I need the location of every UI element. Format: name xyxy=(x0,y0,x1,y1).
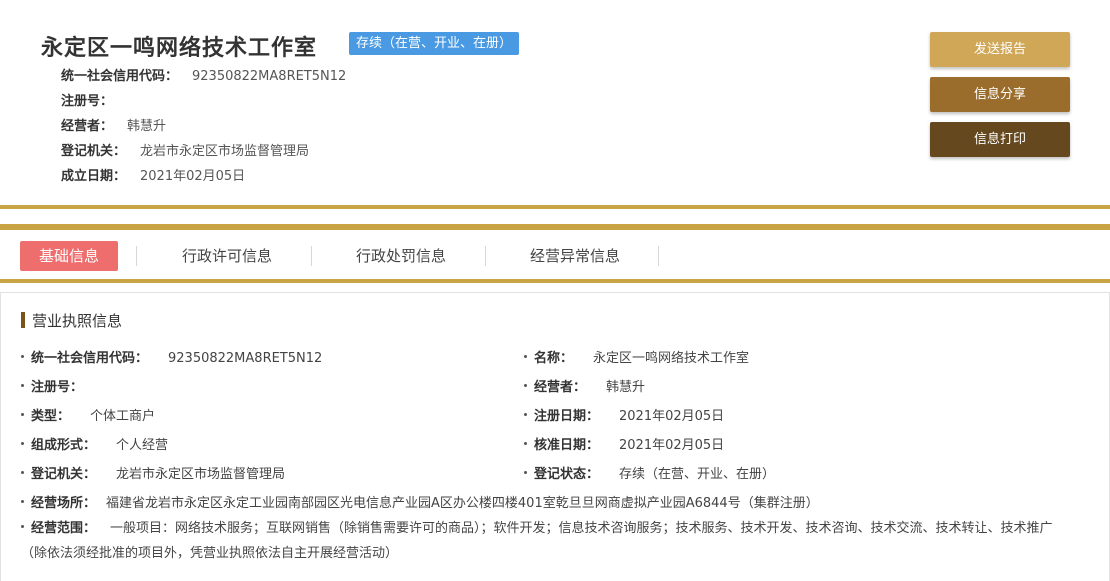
section-marker xyxy=(21,312,25,328)
field-reg-date: 注册日期： 2021年02月05日 xyxy=(524,405,724,424)
field-label: 经营者： xyxy=(534,380,587,395)
field-label: 统一社会信用代码： xyxy=(31,351,149,366)
meta-label: 统一社会信用代码： xyxy=(61,69,179,84)
meta-label: 成立日期： xyxy=(61,169,127,184)
meta-operator: 经营者： 韩慧升 xyxy=(61,115,166,134)
tab-separator xyxy=(311,246,312,266)
bullet xyxy=(21,525,24,528)
field-label: 组成形式： xyxy=(31,438,97,453)
field-label: 名称： xyxy=(534,351,574,366)
status-badge: 存续（在营、开业、在册） xyxy=(349,32,520,55)
field-label: 登记状态： xyxy=(534,467,600,482)
meta-credit-code: 统一社会信用代码： 92350822MA8RET5N12 xyxy=(61,65,346,84)
field-reg-status: 登记状态： 存续（在营、开业、在册） xyxy=(524,463,775,482)
meta-label: 经营者： xyxy=(61,119,114,134)
field-label: 经营场所： xyxy=(31,496,97,511)
tab-basic-info[interactable]: 基础信息 xyxy=(20,241,118,271)
section-title-text: 营业执照信息 xyxy=(32,312,123,330)
field-reg-no: 注册号： xyxy=(21,376,103,395)
meta-label: 注册号： xyxy=(61,94,114,109)
meta-value: 92350822MA8RET5N12 xyxy=(192,69,347,84)
field-type: 类型： 个体工商户 xyxy=(21,405,155,424)
field-label: 核准日期： xyxy=(534,438,600,453)
bullet xyxy=(21,413,24,416)
share-info-button[interactable]: 信息分享 xyxy=(930,77,1070,112)
field-authority: 登记机关： 龙岩市永定区市场监督管理局 xyxy=(21,463,285,482)
field-approval-date: 核准日期： 2021年02月05日 xyxy=(524,434,724,453)
field-value: 2021年02月05日 xyxy=(619,409,725,424)
bullet xyxy=(21,500,24,503)
meta-label: 登记机关： xyxy=(61,144,127,159)
info-tabs: 基础信息 行政许可信息 行政处罚信息 经营异常信息 xyxy=(0,234,1110,278)
field-address: 经营场所： 福建省龙岩市永定区永定工业园南部园区光电信息产业园A区办公楼四楼401… xyxy=(21,492,819,511)
meta-value: 龙岩市永定区市场监督管理局 xyxy=(140,144,310,159)
bullet xyxy=(524,413,527,416)
field-value: 2021年02月05日 xyxy=(619,438,725,453)
field-business-scope: 经营范围： 一般项目：网络技术服务；互联网销售（除销售需要许可的商品）；软件开发；… xyxy=(21,516,1071,566)
print-info-button[interactable]: 信息打印 xyxy=(930,122,1070,157)
send-report-button[interactable]: 发送报告 xyxy=(930,32,1070,67)
tab-admin-license[interactable]: 行政许可信息 xyxy=(162,241,292,271)
section-title: 营业执照信息 xyxy=(21,310,123,330)
bullet xyxy=(524,384,527,387)
field-value: 福建省龙岩市永定区永定工业园南部园区光电信息产业园A区办公楼四楼401室乾旦旦网… xyxy=(106,496,819,511)
field-label: 经营范围： xyxy=(31,521,97,536)
divider-line xyxy=(0,205,1110,209)
tab-admin-penalty[interactable]: 行政处罚信息 xyxy=(336,241,466,271)
field-credit-code: 统一社会信用代码： 92350822MA8RET5N12 xyxy=(21,347,322,366)
company-name: 永定区一鸣网络技术工作室 xyxy=(41,36,318,61)
field-value: 韩慧升 xyxy=(606,380,646,395)
field-value: 一般项目：网络技术服务；互联网销售（除销售需要许可的商品）；软件开发；信息技术咨… xyxy=(21,521,1053,561)
field-value: 个体工商户 xyxy=(90,409,156,424)
tab-separator xyxy=(658,246,659,266)
field-value: 个人经营 xyxy=(116,438,169,453)
meta-value: 韩慧升 xyxy=(127,119,167,134)
divider-line xyxy=(0,224,1110,230)
bullet xyxy=(21,355,24,358)
company-header: 永定区一鸣网络技术工作室 存续（在营、开业、在册） 统一社会信用代码： 92350… xyxy=(0,0,1110,205)
bullet xyxy=(524,442,527,445)
bullet xyxy=(21,471,24,474)
bullet xyxy=(524,355,527,358)
bullet xyxy=(21,384,24,387)
meta-authority: 登记机关： 龙岩市永定区市场监督管理局 xyxy=(61,140,309,159)
tab-abnormal-operation[interactable]: 经营异常信息 xyxy=(510,241,640,271)
meta-established: 成立日期： 2021年02月05日 xyxy=(61,165,245,184)
field-label: 注册日期： xyxy=(534,409,600,424)
tab-separator xyxy=(136,246,137,266)
field-value: 永定区一鸣网络技术工作室 xyxy=(593,351,750,366)
meta-reg-no: 注册号： xyxy=(61,90,127,109)
tab-separator xyxy=(485,246,486,266)
field-composition: 组成形式： 个人经营 xyxy=(21,434,168,453)
meta-value: 2021年02月05日 xyxy=(140,169,246,184)
license-panel: 营业执照信息 统一社会信用代码： 92350822MA8RET5N12 注册号： … xyxy=(0,292,1110,581)
bullet xyxy=(21,442,24,445)
bullet xyxy=(524,471,527,474)
field-value: 92350822MA8RET5N12 xyxy=(168,351,323,366)
field-name: 名称： 永定区一鸣网络技术工作室 xyxy=(524,347,749,366)
divider-line xyxy=(0,279,1110,283)
field-label: 注册号： xyxy=(31,380,84,395)
field-value: 龙岩市永定区市场监督管理局 xyxy=(116,467,286,482)
field-value: 存续（在营、开业、在册） xyxy=(619,467,776,482)
field-label: 登记机关： xyxy=(31,467,97,482)
field-operator: 经营者： 韩慧升 xyxy=(524,376,645,395)
field-label: 类型： xyxy=(31,409,71,424)
